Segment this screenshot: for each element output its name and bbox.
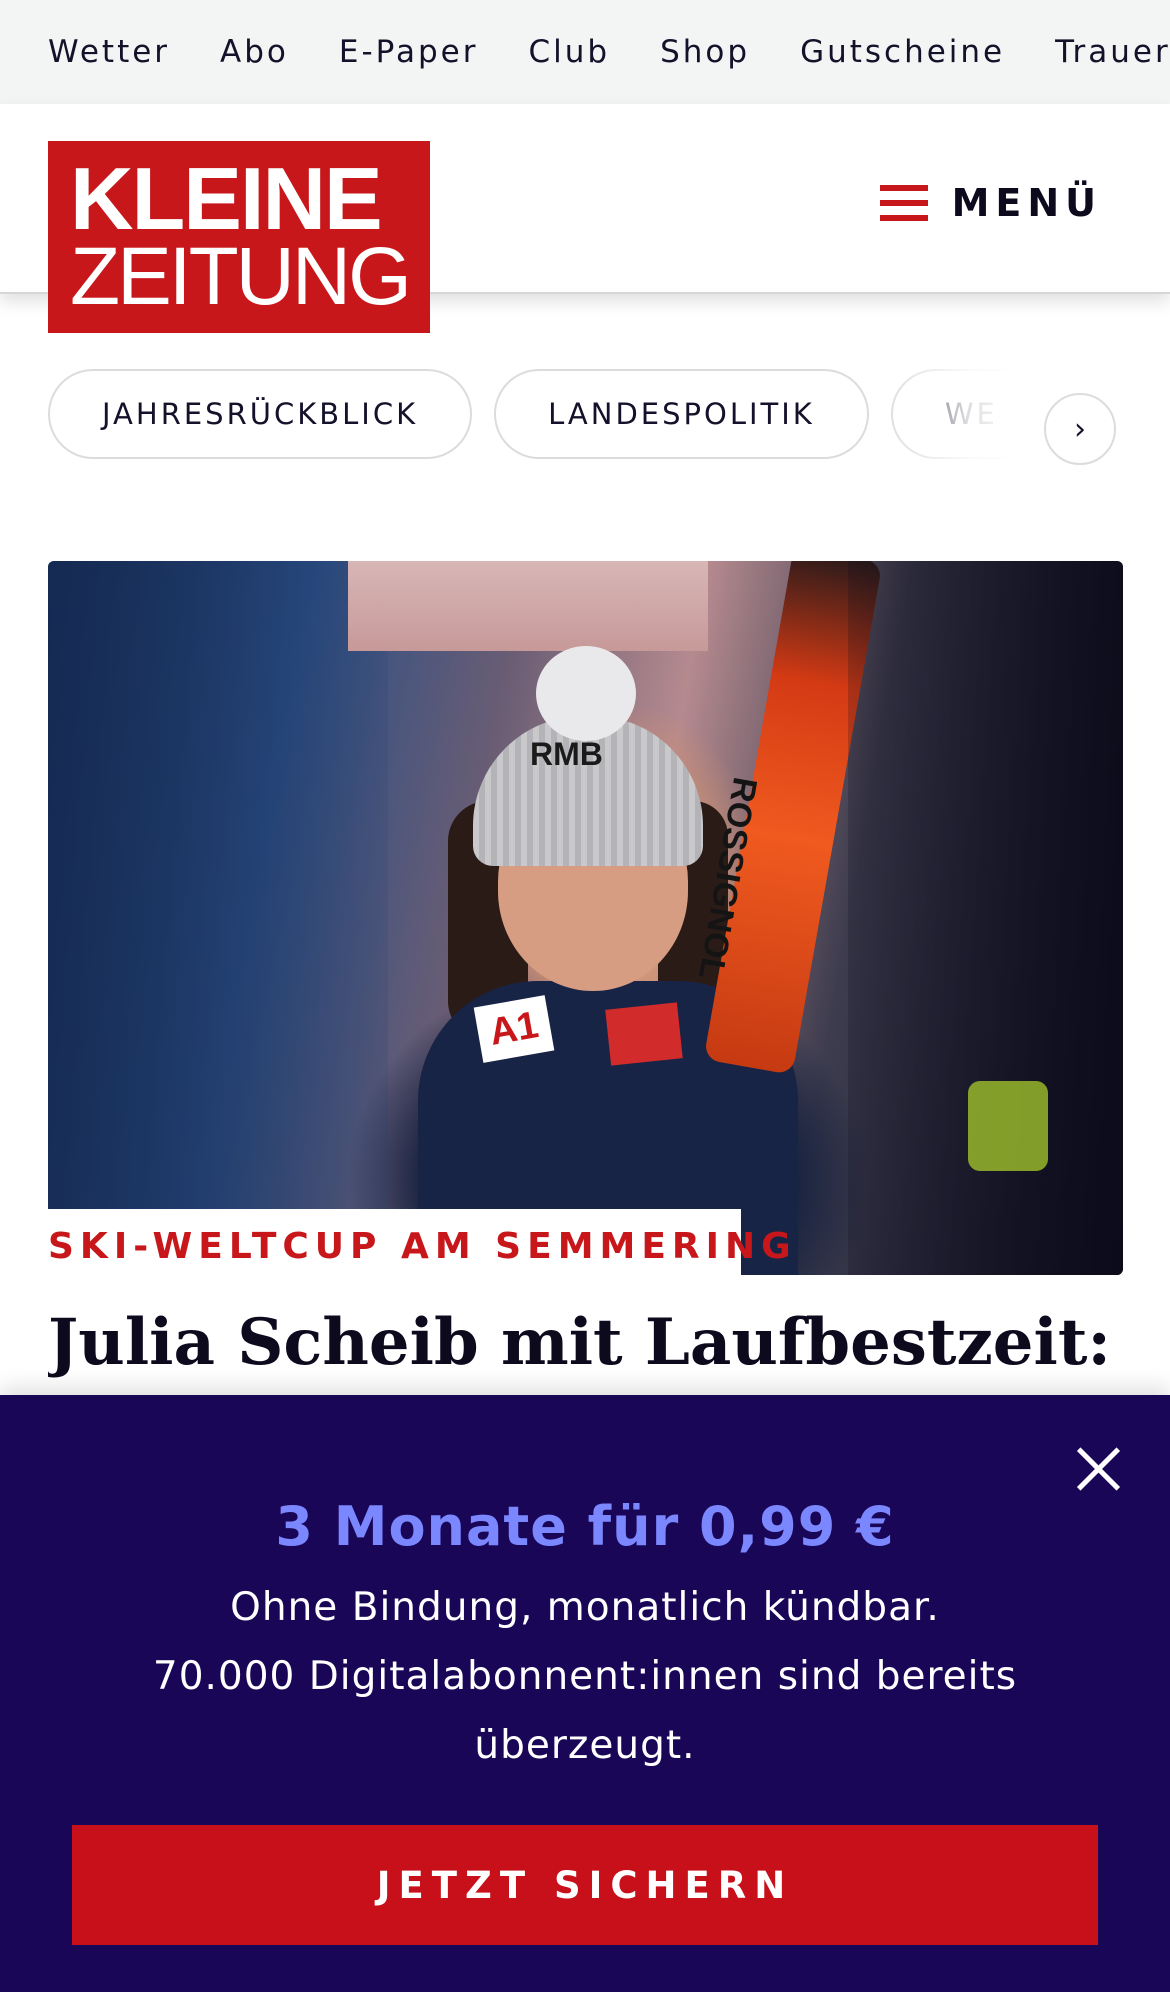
site-logo[interactable]: KLEINE ZEITUNG xyxy=(48,141,430,333)
category-pill-jahresrueckblick[interactable]: JAHRESRÜCKBLICK xyxy=(48,369,473,459)
category-pill-landespolitik[interactable]: LANDESPOLITIK xyxy=(494,369,869,459)
promo-line-2: 70.000 Digitalabonnent:innen sind bereit… xyxy=(152,1654,1018,1768)
topnav-link-wetter[interactable]: Wetter xyxy=(48,34,170,70)
promo-line-1: Ohne Bindung, monatlich kündbar. xyxy=(230,1585,940,1630)
article-hero-image[interactable]: RMB A1 ROSSIGNOL xyxy=(48,561,1123,1275)
topnav-link-trauerportal[interactable]: Trauerportal xyxy=(1055,34,1170,70)
menu-label: MENÜ xyxy=(951,181,1102,225)
site-header: KLEINE ZEITUNG MENÜ xyxy=(0,104,1170,333)
top-utility-nav: Wetter Abo E-Paper Club Shop Gutscheine … xyxy=(0,0,1170,104)
topnav-link-club[interactable]: Club xyxy=(528,34,610,70)
hat-sponsor-text: RMB xyxy=(530,736,603,772)
topnav-link-gutscheine[interactable]: Gutscheine xyxy=(800,34,1005,70)
topnav-link-abo[interactable]: Abo xyxy=(220,34,289,70)
article-headline[interactable]: Julia Scheib mit Laufbestzeit: xyxy=(48,1305,1128,1381)
logo-line-1: KLEINE xyxy=(70,149,383,248)
subscribe-cta-button[interactable]: JETZT SICHERN xyxy=(72,1825,1098,1945)
subscription-promo-overlay: 3 Monate für 0,99 € Ohne Bindung, monatl… xyxy=(0,1395,1170,1992)
chevron-right-icon: › xyxy=(1074,411,1086,447)
topnav-link-epaper[interactable]: E-Paper xyxy=(339,34,479,70)
close-icon[interactable] xyxy=(1068,1439,1128,1499)
logo-line-2: ZEITUNG xyxy=(70,231,412,322)
menu-button[interactable]: MENÜ xyxy=(879,168,1102,238)
pills-next-button[interactable]: › xyxy=(1044,393,1116,465)
promo-description: Ohne Bindung, monatlich kündbar. 70.000 … xyxy=(150,1573,1020,1780)
topnav-link-shop[interactable]: Shop xyxy=(660,34,750,70)
hamburger-icon xyxy=(879,185,928,221)
promo-title: 3 Monate für 0,99 € xyxy=(275,1495,895,1558)
article-kicker[interactable]: SKI-WELTCUP AM SEMMERING xyxy=(48,1226,797,1267)
